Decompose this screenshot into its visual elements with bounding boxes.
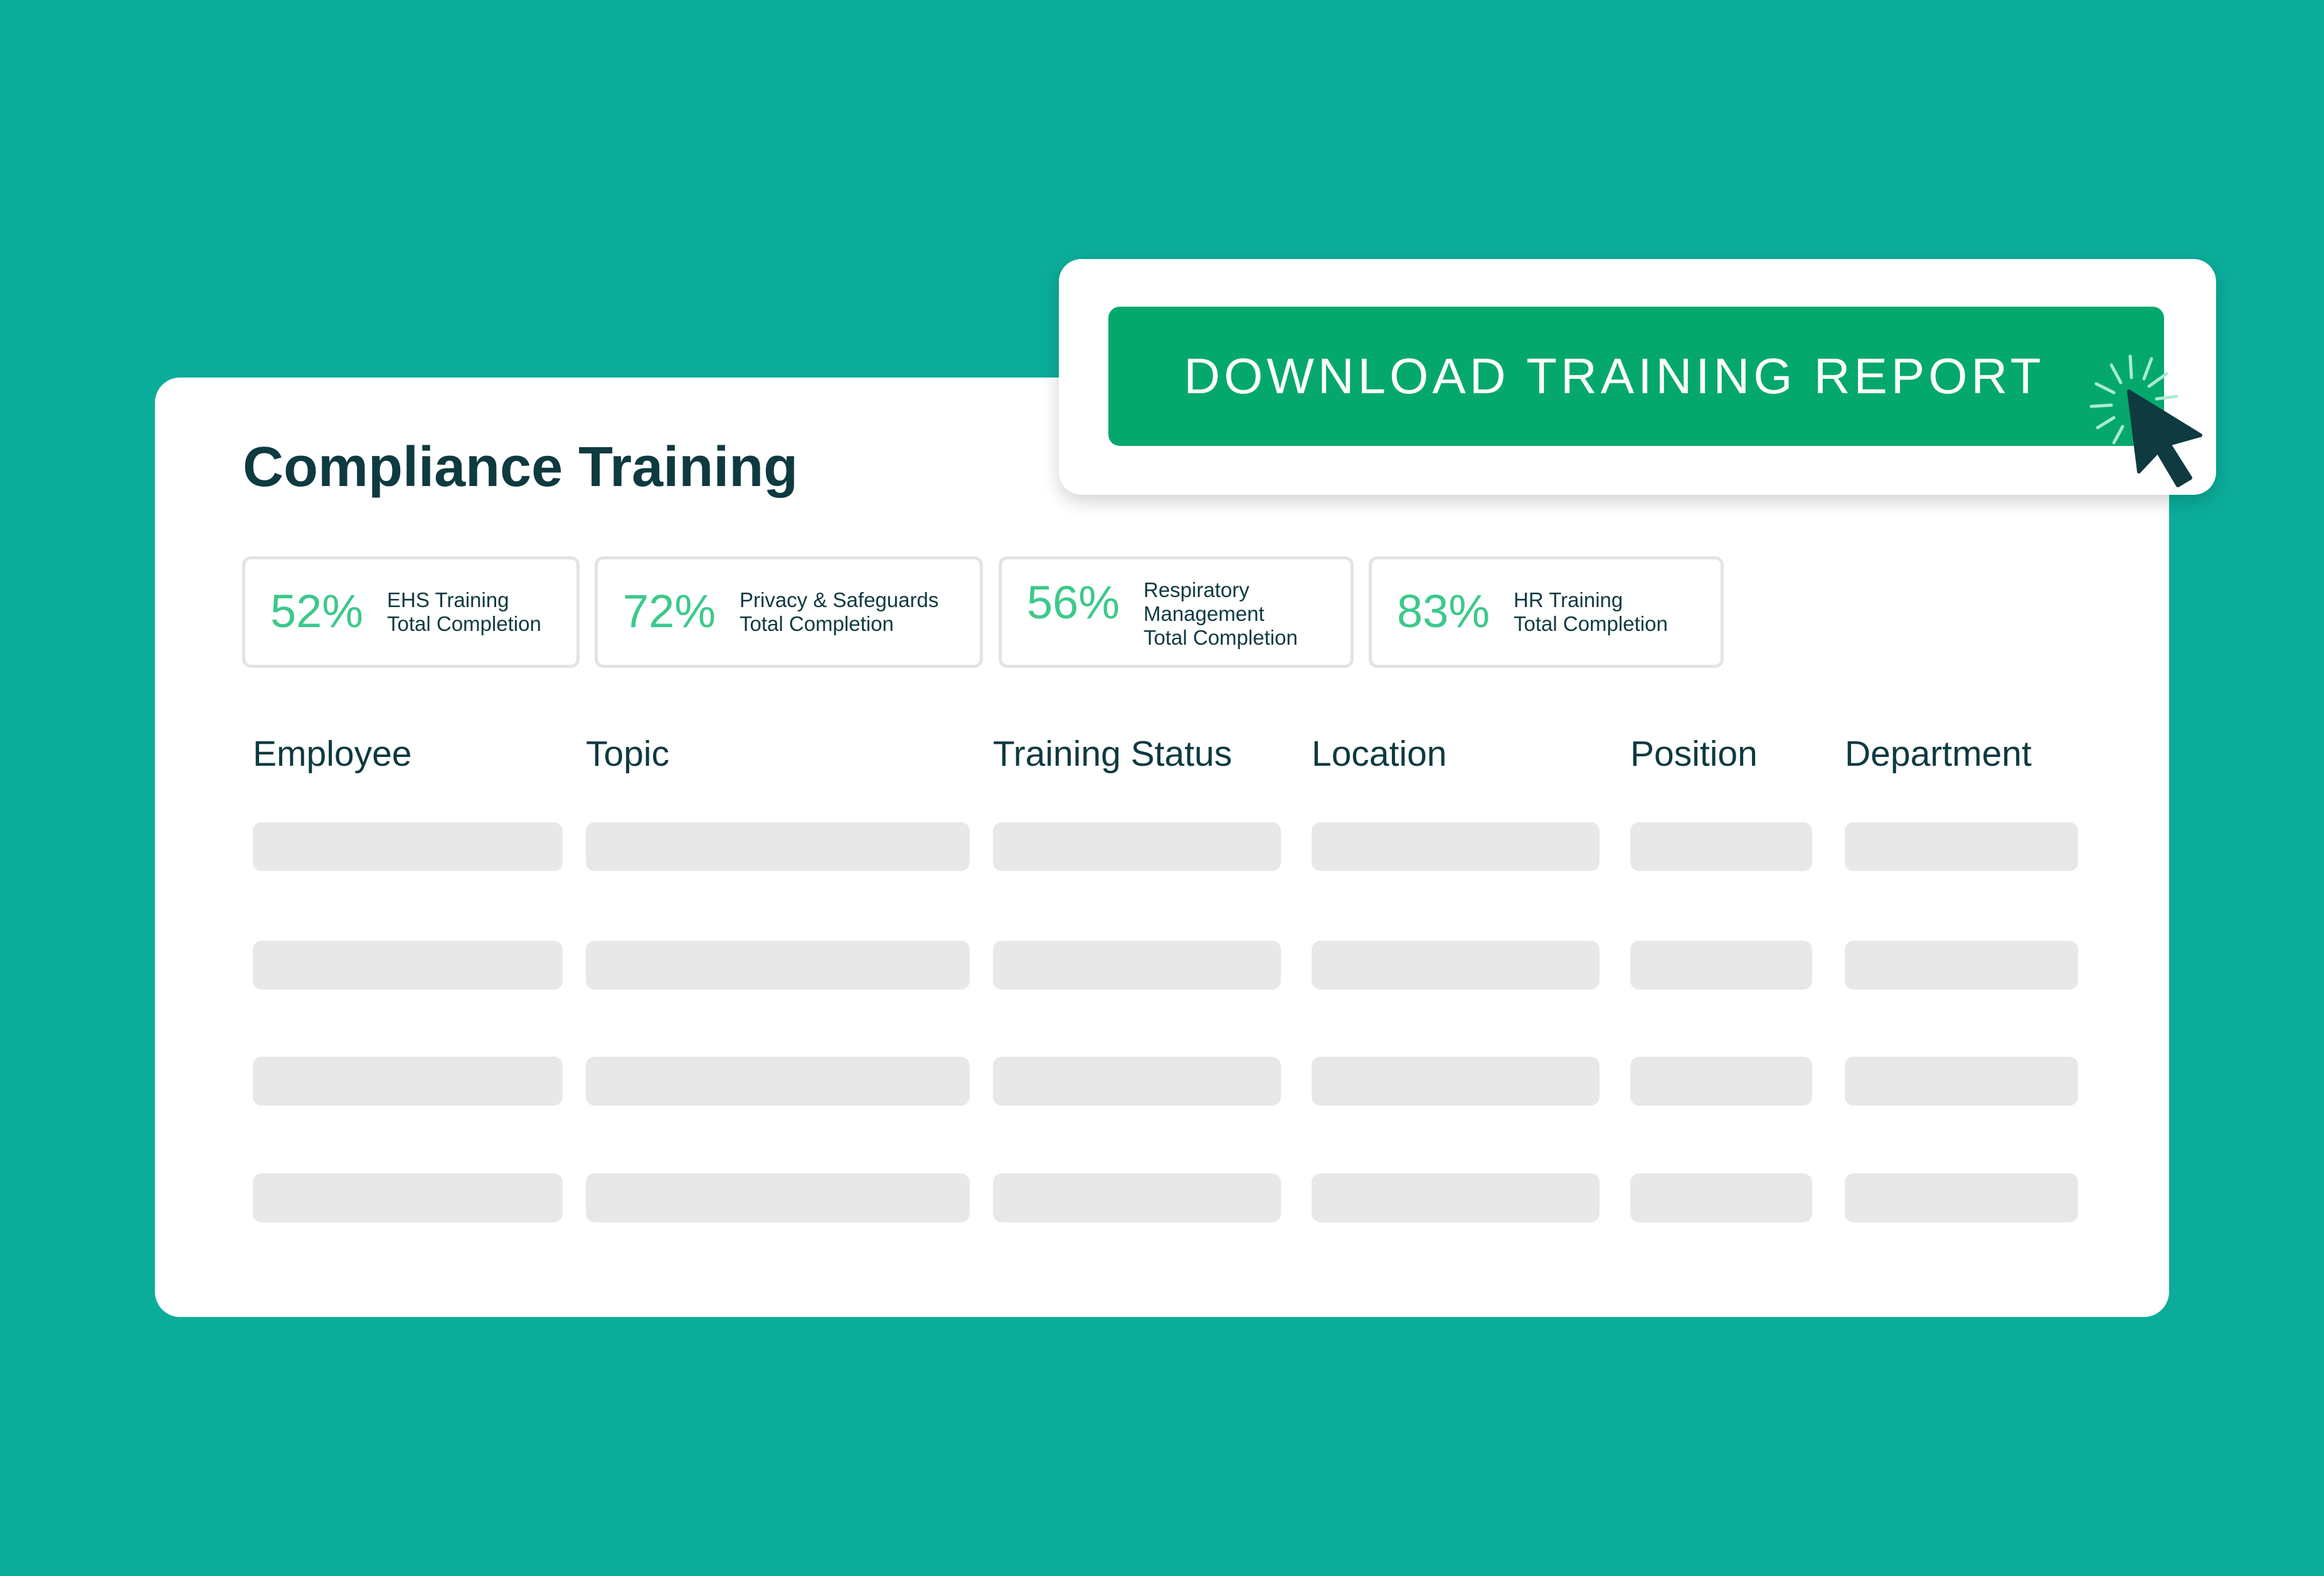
placeholder-cell xyxy=(993,1173,1281,1222)
placeholder-cell xyxy=(1312,822,1600,871)
column-header-location[interactable]: Location xyxy=(1312,736,1447,772)
placeholder-cell xyxy=(586,822,970,871)
placeholder-cell xyxy=(1312,1173,1600,1222)
placeholder-cell xyxy=(586,1173,970,1222)
stat-label: Privacy & Safeguards xyxy=(740,588,939,611)
column-header-training-status[interactable]: Training Status xyxy=(993,736,1232,772)
column-header-employee[interactable]: Employee xyxy=(253,736,411,772)
placeholder-cell xyxy=(1845,1057,2078,1106)
pointer-cursor xyxy=(2086,351,2212,489)
stat-label: Total Completion xyxy=(387,612,541,635)
placeholder-cell xyxy=(1630,822,1812,871)
column-header-topic[interactable]: Topic xyxy=(586,736,669,772)
stat-percent: 52% xyxy=(270,585,364,637)
column-header-position[interactable]: Position xyxy=(1630,736,1758,772)
column-header-department[interactable]: Department xyxy=(1845,736,2032,772)
stat-description: Respiratory Management Total Completion xyxy=(1143,578,1298,650)
stat-percent: 56% xyxy=(1027,576,1120,628)
download-report-card: DOWNLOAD TRAINING REPORT xyxy=(1059,259,2216,495)
download-button-label: DOWNLOAD TRAINING REPORT xyxy=(1184,348,2045,404)
stat-description: Privacy & Safeguards Total Completion xyxy=(740,588,938,636)
stat-card-respiratory: 56% Respiratory Management Total Complet… xyxy=(999,556,1354,668)
stat-percent: 83% xyxy=(1397,585,1490,637)
stat-label: Total Completion xyxy=(740,612,894,635)
placeholder-cell xyxy=(253,941,563,990)
download-training-report-button[interactable]: DOWNLOAD TRAINING REPORT xyxy=(1108,307,2164,446)
stat-label: EHS Training xyxy=(387,588,509,611)
stat-label: Total Completion xyxy=(1514,612,1668,635)
stat-description: HR Training Total Completion xyxy=(1514,588,1668,636)
placeholder-cell xyxy=(253,1057,563,1106)
pointer-cursor-icon xyxy=(2127,389,2202,487)
placeholder-cell xyxy=(1312,941,1600,990)
placeholder-cell xyxy=(993,822,1281,871)
placeholder-cell xyxy=(586,1057,970,1106)
placeholder-cell xyxy=(1630,1057,1812,1106)
stat-label: Respiratory xyxy=(1143,578,1250,601)
placeholder-cell xyxy=(1845,822,2078,871)
stat-label: HR Training xyxy=(1514,588,1623,611)
page-title: Compliance Training xyxy=(243,436,799,499)
placeholder-cell xyxy=(993,941,1281,990)
placeholder-cell xyxy=(253,822,563,871)
placeholder-cell xyxy=(253,1173,563,1222)
stat-label: Total Completion xyxy=(1143,626,1298,649)
stat-card-privacy: 72% Privacy & Safeguards Total Completio… xyxy=(595,556,983,668)
placeholder-cell xyxy=(1312,1057,1600,1106)
placeholder-cell xyxy=(1630,1173,1812,1222)
compliance-training-panel: Compliance Training 52% EHS Training Tot… xyxy=(155,378,2169,1317)
placeholder-cell xyxy=(1845,1173,2078,1222)
placeholder-cell xyxy=(586,941,970,990)
placeholder-cell xyxy=(1845,941,2078,990)
stat-card-hr: 83% HR Training Total Completion xyxy=(1369,556,1724,668)
stat-card-ehs: 52% EHS Training Total Completion xyxy=(242,556,580,668)
stat-percent: 72% xyxy=(623,585,716,637)
placeholder-cell xyxy=(993,1057,1281,1106)
stat-label: Management xyxy=(1143,602,1265,625)
stat-description: EHS Training Total Completion xyxy=(387,588,541,636)
placeholder-cell xyxy=(1630,941,1812,990)
